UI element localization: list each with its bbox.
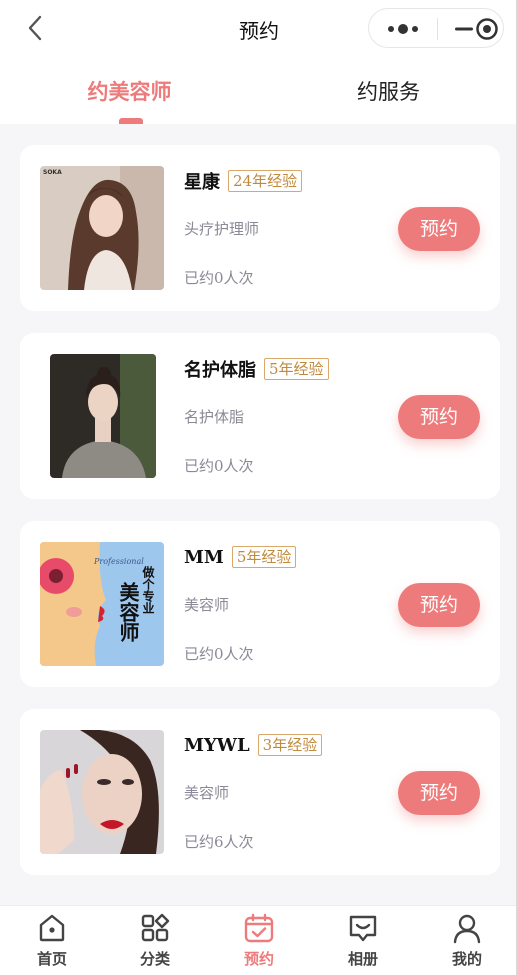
- beautician-card[interactable]: SOKA 星康 24年经验 头疗护理师 已约0人次 预约: [20, 145, 500, 311]
- tab-beautician[interactable]: 约美容师: [0, 76, 259, 106]
- mini-program-capsule: [368, 8, 504, 48]
- experience-badge: 24年经验: [228, 170, 303, 192]
- tab-mine[interactable]: 我的: [435, 912, 499, 969]
- beautician-list: SOKA 星康 24年经验 头疗护理师 已约0人次 预约 名护体脂 5年经验 名…: [20, 145, 500, 897]
- book-button[interactable]: 预约: [398, 771, 480, 815]
- tab-category[interactable]: 分类: [123, 912, 187, 969]
- experience-badge: 5年经验: [231, 546, 297, 568]
- beautician-card[interactable]: Professional 做个专业 美容师 MM 5年经验 美容师 已约0人次 …: [20, 521, 500, 687]
- user-icon: [453, 914, 481, 944]
- tab-home[interactable]: 首页: [20, 912, 84, 969]
- tab-booking[interactable]: 预约: [227, 912, 291, 969]
- svg-text:SOKA: SOKA: [43, 169, 62, 176]
- svg-text:美容师: 美容师: [116, 581, 140, 643]
- beautician-name: 星康: [184, 172, 220, 193]
- tab-active-indicator: [119, 118, 143, 124]
- target-icon[interactable]: [475, 17, 499, 41]
- booked-count: 已约0人次: [184, 645, 254, 663]
- book-button[interactable]: 预约: [398, 207, 480, 251]
- name-row: MM 5年经验: [184, 543, 297, 571]
- tab-bar: 约美容师 约服务: [0, 58, 518, 124]
- beautician-role: 美容师: [184, 784, 230, 802]
- book-button[interactable]: 预约: [398, 583, 480, 627]
- beautician-photo: [40, 730, 164, 854]
- top-nav-bar: 预约: [0, 0, 518, 58]
- tab-label: 首页: [36, 950, 67, 968]
- tab-service[interactable]: 约服务: [259, 76, 518, 106]
- beautician-card[interactable]: MYWL 3年经验 美容师 已约6人次 预约: [20, 709, 500, 875]
- experience-badge: 5年经验: [264, 358, 329, 380]
- home-icon: [39, 914, 65, 942]
- beautician-role: 名护体脂: [184, 408, 245, 426]
- beautician-role: 美容师: [184, 596, 230, 614]
- tab-label: 预约: [243, 950, 274, 968]
- beautician-name: MM: [184, 546, 224, 568]
- booked-count: 已约6人次: [184, 833, 254, 851]
- beautician-name: MYWL: [184, 734, 250, 756]
- experience-badge: 3年经验: [257, 734, 323, 756]
- beautician-photo: [50, 354, 156, 478]
- tab-label: 分类: [139, 950, 170, 968]
- name-row: MYWL 3年经验: [184, 731, 323, 759]
- bottom-tab-bar: 首页 分类 预约 相册 我的: [0, 905, 518, 975]
- name-row: 名护体脂 5年经验: [184, 355, 329, 383]
- booked-count: 已约0人次: [184, 269, 254, 287]
- album-icon: [349, 915, 377, 942]
- beautician-name: 名护体脂: [184, 360, 256, 381]
- beautician-photo: Professional 做个专业 美容师: [40, 542, 164, 666]
- category-icon: [141, 913, 170, 942]
- beautician-photo: SOKA: [40, 166, 164, 290]
- more-dots-icon[interactable]: [383, 21, 423, 37]
- tab-album[interactable]: 相册: [331, 912, 395, 969]
- minimize-icon[interactable]: [453, 21, 475, 37]
- tab-label: 我的: [451, 950, 482, 968]
- svg-text:Professional: Professional: [93, 557, 144, 566]
- beautician-card[interactable]: 名护体脂 5年经验 名护体脂 已约0人次 预约: [20, 333, 500, 499]
- tab-label: 相册: [347, 950, 378, 968]
- name-row: 星康 24年经验: [184, 167, 303, 195]
- svg-text:做个专业: 做个专业: [141, 565, 155, 614]
- book-button[interactable]: 预约: [398, 395, 480, 439]
- capsule-divider: [437, 18, 438, 40]
- beautician-role: 头疗护理师: [184, 220, 260, 238]
- calendar-check-icon: [244, 913, 274, 943]
- booked-count: 已约0人次: [184, 457, 254, 475]
